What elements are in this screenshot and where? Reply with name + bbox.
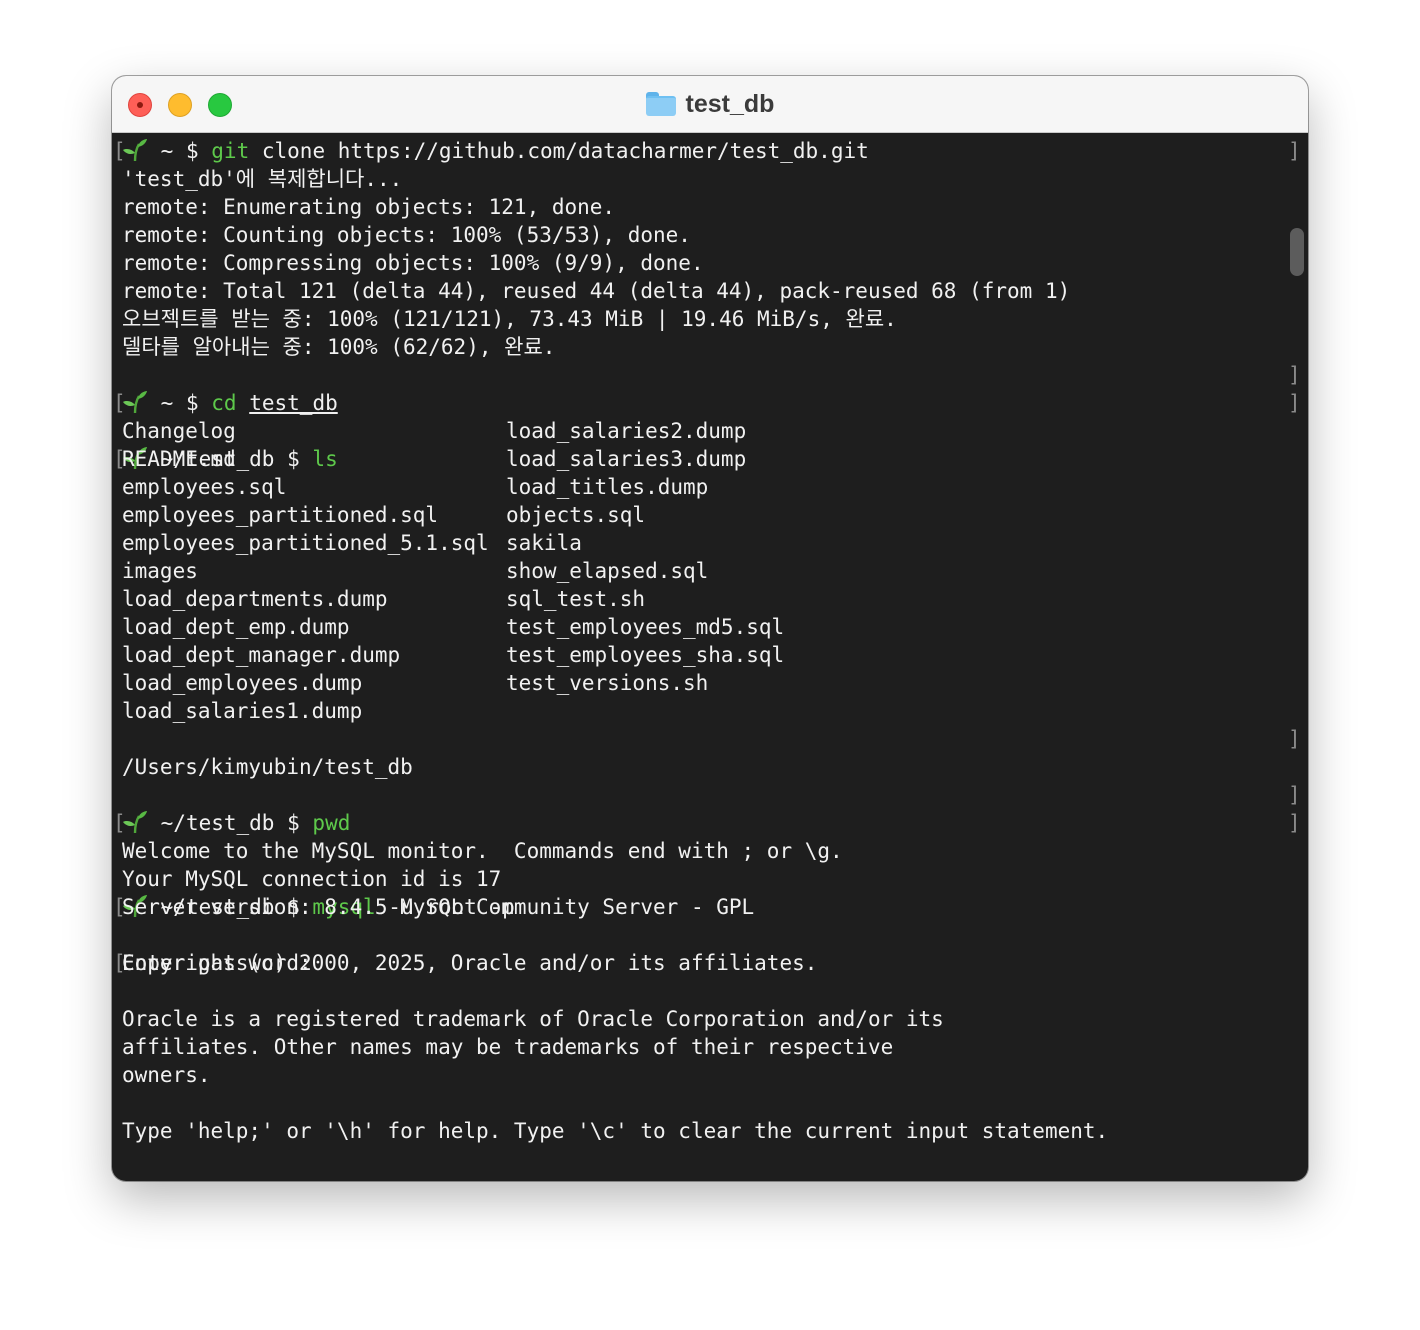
scrollbar-thumb[interactable] (1290, 228, 1304, 276)
output-line: remote: Enumerating objects: 121, done. (122, 195, 616, 219)
output-line: Your MySQL connection id is 17 (122, 867, 502, 891)
ls-entry: test_employees_md5.sql (506, 615, 785, 639)
command-args: clone https://github.com/datacharmer/tes… (261, 139, 869, 163)
ls-entry: employees_partitioned.sql (122, 503, 439, 527)
output-line: /Users/kimyubin/test_db (122, 755, 413, 779)
ls-entry: images (122, 559, 198, 583)
sprout-icon (123, 139, 147, 162)
command-args: test_db (249, 391, 338, 415)
prompt-line: [ ~ $ cd test_db (113, 389, 1282, 417)
folder-icon (645, 92, 676, 116)
prompt-bracket-right: ] (1288, 363, 1301, 387)
prompt-path: ~ (160, 391, 174, 415)
ls-row: Changelog load_salaries2.dump (122, 417, 1282, 445)
ls-entry: sakila (506, 531, 582, 555)
prompt-bracket-left: [ (113, 391, 126, 415)
ls-row: employees_partitioned.sql objects.sql (122, 501, 1282, 529)
prompt-path: ~/test_db (160, 811, 275, 835)
ls-entry: load_titles.dump (506, 475, 709, 499)
output-line: affiliates. Other names may be trademark… (122, 1035, 894, 1059)
ls-row: load_dept_manager.dump test_employees_sha… (122, 641, 1282, 669)
prompt-line: [ ~ $ git clone https://github.com/datac… (113, 137, 1282, 165)
command-name: git (211, 139, 250, 163)
ls-entry: load_employees.dump (122, 671, 363, 695)
output-line: Server version: 8.4.5 MySQL Community Se… (122, 895, 755, 919)
title-bar: test_db (112, 76, 1308, 133)
prompt-bracket-right: ] (1288, 783, 1301, 807)
ls-entry: load_dept_emp.dump (122, 615, 350, 639)
output-line: Copyright (c) 2000, 2025, Oracle and/or … (122, 951, 818, 975)
output-line: remote: Counting objects: 100% (53/53), … (122, 223, 691, 247)
prompt-bracket-right: ] (1288, 811, 1301, 835)
prompt-bracket-left: [ (113, 811, 126, 835)
output-line: Oracle is a registered trademark of Orac… (122, 1007, 944, 1031)
command-name: pwd (312, 811, 351, 835)
prompt-bracket-right: ] (1288, 727, 1301, 751)
sprout-icon (123, 391, 147, 414)
ls-entry: employees_partitioned_5.1.sql (122, 531, 489, 555)
prompt-path: ~ (160, 139, 174, 163)
prompt-bracket-right: ] (1288, 391, 1301, 415)
ls-entry: load_salaries2.dump (506, 419, 747, 443)
ls-entry: load_salaries3.dump (506, 447, 747, 471)
ls-row: employees_partitioned_5.1.sql sakila (122, 529, 1282, 557)
ls-entry: README.md (122, 447, 236, 471)
output-line: remote: Total 121 (delta 44), reused 44 … (122, 279, 1071, 303)
output-line: owners. (122, 1063, 211, 1087)
window-title: test_db (685, 89, 775, 118)
sprout-icon (123, 811, 147, 834)
output-line: Welcome to the MySQL monitor. Commands e… (122, 839, 843, 863)
ls-entry: load_salaries1.dump (122, 699, 363, 723)
output-line: remote: Compressing objects: 100% (9/9),… (122, 251, 704, 275)
ls-row: load_departments.dump sql_test.sh (122, 585, 1282, 613)
ls-row: README.md load_salaries3.dump (122, 445, 1282, 473)
ls-entry: show_elapsed.sql (506, 559, 709, 583)
prompt-bracket-left: [ (113, 139, 126, 163)
command-name: cd (211, 391, 237, 415)
ls-row: load_employees.dump test_versions.sh (122, 669, 1282, 697)
ls-entry: sql_test.sh (506, 587, 646, 611)
prompt-bracket-right: ] (1288, 139, 1301, 163)
ls-entry: Changelog (122, 419, 236, 443)
prompt-symbol: $ (287, 811, 300, 835)
output-line: 델타를 알아내는 중: 100% (62/62), 완료. (122, 335, 556, 359)
terminal-content[interactable]: [ ~ $ git clone https://github.com/datac… (112, 133, 1308, 1181)
output-line: 오브젝트를 받는 중: 100% (121/121), 73.43 MiB | … (122, 307, 897, 331)
terminal-window: test_db [ ~ $ git clone https://github.c… (112, 76, 1308, 1181)
ls-row: load_dept_emp.dump test_employees_md5.sql (122, 613, 1282, 641)
ls-entry: load_departments.dump (122, 587, 388, 611)
ls-entry: objects.sql (506, 503, 646, 527)
output-line: 'test_db'에 복제합니다... (122, 167, 403, 191)
prompt-symbol: $ (185, 139, 199, 163)
prompt-symbol: $ (185, 391, 199, 415)
ls-row: images show_elapsed.sql (122, 557, 1282, 585)
prompt-line: [ ~/test_db $ pwd (113, 809, 1282, 837)
ls-row: load_salaries1.dump (122, 697, 1282, 725)
ls-entry: test_versions.sh (506, 671, 709, 695)
ls-entry: load_dept_manager.dump (122, 643, 401, 667)
output-line: Type 'help;' or '\h' for help. Type '\c'… (122, 1119, 1109, 1143)
ls-entry: test_employees_sha.sql (506, 643, 785, 667)
ls-entry: employees.sql (122, 475, 287, 499)
ls-row: employees.sql load_titles.dump (122, 473, 1282, 501)
